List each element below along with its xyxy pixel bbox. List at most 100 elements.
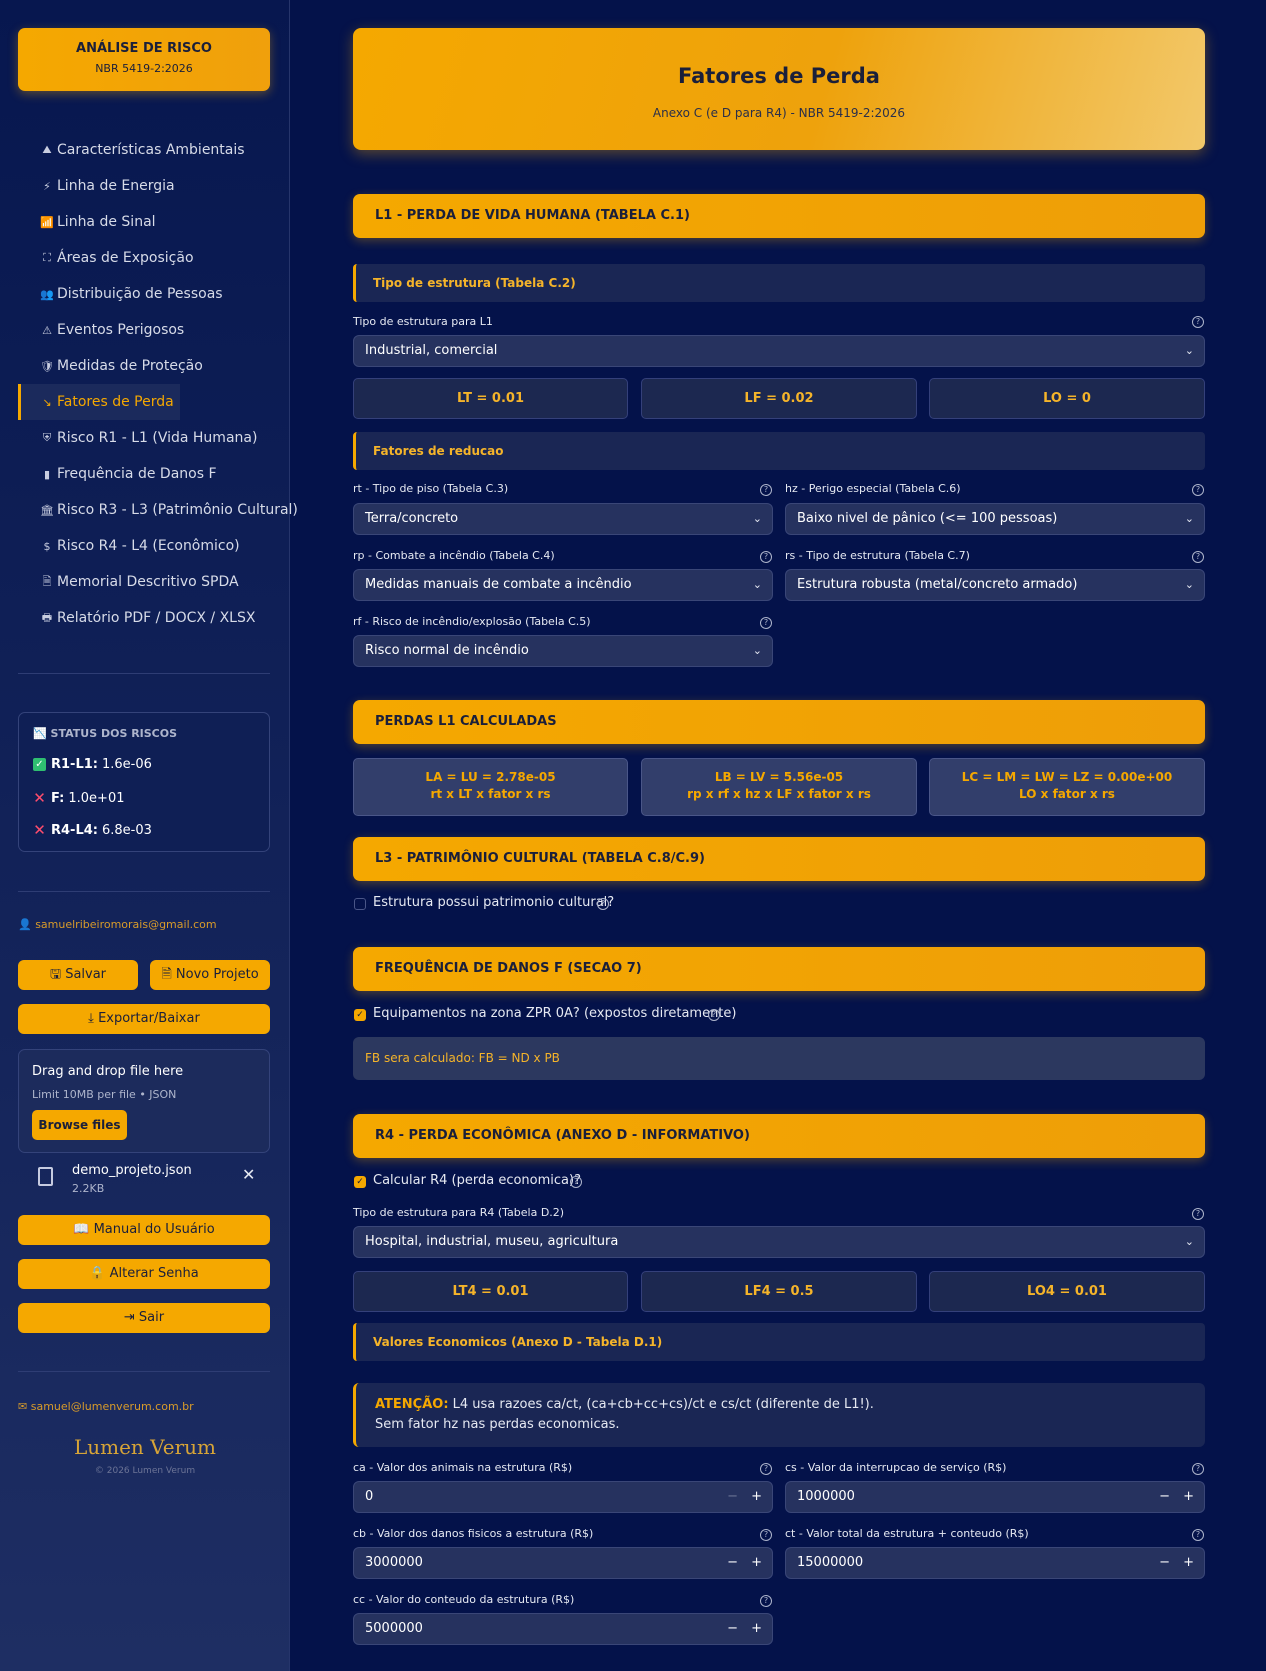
status-row-f: ✕ F: 1.0e+01 bbox=[33, 789, 125, 807]
user-icon: 👤 bbox=[18, 918, 32, 931]
sidebar-item-label: Áreas de Exposição bbox=[57, 250, 194, 266]
help-icon[interactable]: ? bbox=[760, 1595, 772, 1607]
sidebar-item[interactable]: $ Risco R4 - L4 (Econômico) bbox=[18, 528, 290, 564]
download-icon: ⤓ bbox=[88, 1011, 94, 1026]
hz-select[interactable]: Baixo nivel de pânico (<= 100 pessoas) ⌄ bbox=[785, 503, 1205, 535]
browse-files-button[interactable]: Browse files bbox=[32, 1110, 127, 1140]
ct-label: ct - Valor total da estrutura + conteudo… bbox=[785, 1527, 1029, 1540]
nav-icon: 🏛 bbox=[40, 503, 54, 517]
calc-r4-checkbox[interactable]: ✓ bbox=[354, 1176, 366, 1188]
structure-r4-select[interactable]: Hospital, industrial, museu, agricultura… bbox=[353, 1226, 1205, 1258]
help-icon[interactable]: ? bbox=[1192, 484, 1204, 496]
help-icon[interactable]: ? bbox=[760, 484, 772, 496]
sidebar-item-label: Frequência de Danos F bbox=[57, 466, 217, 482]
remove-file-icon[interactable]: ✕ bbox=[242, 1165, 255, 1184]
decrement-button[interactable]: − bbox=[1159, 1548, 1170, 1578]
help-icon[interactable]: ? bbox=[1192, 1208, 1204, 1220]
brand-header: ANÁLISE DE RISCO NBR 5419-2:2026 bbox=[18, 28, 270, 91]
cc-label: cc - Valor do conteudo da estrutura (R$) bbox=[353, 1593, 575, 1606]
sidebar-item[interactable]: 🖶 Relatório PDF / DOCX / XLSX bbox=[18, 600, 290, 636]
lt-metric: LT = 0.01 bbox=[353, 378, 628, 419]
file-dropzone[interactable]: Drag and drop file here Limit 10MB per f… bbox=[18, 1049, 270, 1153]
chevron-down-icon: ⌄ bbox=[752, 512, 762, 525]
help-icon[interactable]: ? bbox=[1192, 1529, 1204, 1541]
lo-metric: LO = 0 bbox=[929, 378, 1205, 419]
rt-select[interactable]: Terra/concreto ⌄ bbox=[353, 503, 773, 535]
cb-input[interactable]: 3000000 − + bbox=[353, 1547, 773, 1579]
help-icon[interactable]: ? bbox=[597, 898, 609, 910]
sidebar-item[interactable]: ↘ Fatores de Perda bbox=[18, 384, 180, 420]
increment-button[interactable]: + bbox=[751, 1614, 762, 1644]
sidebar-item[interactable]: 👥 Distribuição de Pessoas bbox=[18, 276, 290, 312]
help-icon[interactable]: ? bbox=[760, 1529, 772, 1541]
export-button[interactable]: ⤓ Exportar/Baixar bbox=[18, 1004, 270, 1034]
la-metric: LA = LU = 2.78e-05 rt x LT x fator x rs bbox=[353, 758, 628, 816]
chevron-down-icon: ⌄ bbox=[752, 644, 762, 657]
sidebar-item[interactable]: 📶 Linha de Sinal bbox=[18, 204, 290, 240]
user-manual-button[interactable]: 📖 Manual do Usuário bbox=[18, 1215, 270, 1245]
sidebar: ANÁLISE DE RISCO NBR 5419-2:2026 ⛰ Caract… bbox=[0, 0, 298, 1671]
sidebar-divider bbox=[18, 673, 270, 674]
sidebar-item-label: Risco R4 - L4 (Econômico) bbox=[57, 538, 240, 554]
structure-l1-select[interactable]: Industrial, comercial ⌄ bbox=[353, 335, 1205, 367]
contact-email: ✉ samuel@lumenverum.com.br bbox=[18, 1400, 194, 1413]
chevron-down-icon: ⌄ bbox=[752, 578, 762, 591]
sidebar-item[interactable]: 🛡 Medidas de Proteção bbox=[18, 348, 290, 384]
ca-input[interactable]: 0 − + bbox=[353, 1481, 773, 1513]
increment-button[interactable]: + bbox=[751, 1482, 762, 1512]
decrement-button[interactable]: − bbox=[1159, 1482, 1170, 1512]
attention-note: ATENÇÃO: L4 usa razoes ca/ct, (ca+cb+cc+… bbox=[353, 1383, 1205, 1447]
increment-button[interactable]: + bbox=[1183, 1482, 1194, 1512]
help-icon[interactable]: ? bbox=[760, 617, 772, 629]
sidebar-item[interactable]: ⛨ Risco R1 - L1 (Vida Humana) bbox=[18, 420, 290, 456]
rp-select[interactable]: Medidas manuais de combate a incêndio ⌄ bbox=[353, 569, 773, 601]
help-icon[interactable]: ? bbox=[1192, 551, 1204, 563]
save-button[interactable]: 🖫 Salvar bbox=[18, 960, 138, 990]
help-icon[interactable]: ? bbox=[570, 1176, 582, 1188]
cc-input[interactable]: 5000000 − + bbox=[353, 1613, 773, 1645]
zpr0a-checkbox[interactable]: ✓ bbox=[354, 1009, 366, 1021]
cultural-heritage-checkbox[interactable] bbox=[354, 898, 366, 910]
page-subtitle: Anexo C (e D para R4) - NBR 5419-2:2026 bbox=[652, 106, 906, 120]
sidebar-item[interactable]: ⛰ Características Ambientais bbox=[18, 132, 290, 168]
sidebar-item[interactable]: ▮ Frequência de Danos F bbox=[18, 456, 290, 492]
rp-label: rp - Combate a incêndio (Tabela C.4) bbox=[353, 549, 555, 562]
change-password-button[interactable]: 🔒 Alterar Senha bbox=[18, 1259, 270, 1289]
sidebar-item[interactable]: ⚠ Eventos Perigosos bbox=[18, 312, 290, 348]
increment-button[interactable]: + bbox=[751, 1548, 762, 1578]
new-project-button[interactable]: 🗎 Novo Projeto bbox=[150, 960, 270, 990]
sidebar-item-label: Relatório PDF / DOCX / XLSX bbox=[57, 610, 256, 626]
lb-metric: LB = LV = 5.56e-05 rp x rf x hz x LF x f… bbox=[641, 758, 917, 816]
help-icon[interactable]: ? bbox=[760, 1463, 772, 1475]
rs-select[interactable]: Estrutura robusta (metal/concreto armado… bbox=[785, 569, 1205, 601]
hz-label: hz - Perigo especial (Tabela C.6) bbox=[785, 482, 961, 495]
decrement-button[interactable]: − bbox=[727, 1548, 738, 1578]
help-icon[interactable]: ? bbox=[1192, 1463, 1204, 1475]
cs-input[interactable]: 1000000 − + bbox=[785, 1481, 1205, 1513]
sidebar-item-label: Linha de Sinal bbox=[57, 214, 156, 230]
chevron-down-icon: ⌄ bbox=[1184, 1235, 1194, 1248]
structure-type-subheader: Tipo de estrutura (Tabela C.2) bbox=[353, 264, 1205, 302]
section-frequency-header: FREQUÊNCIA DE DANOS F (SECAO 7) bbox=[353, 947, 1205, 991]
logout-button[interactable]: ⇥ Sair bbox=[18, 1303, 270, 1333]
help-icon[interactable]: ? bbox=[760, 551, 772, 563]
file-size: 2.2KB bbox=[72, 1182, 105, 1195]
sidebar-item[interactable]: ⛶ Áreas de Exposição bbox=[18, 240, 290, 276]
increment-button[interactable]: + bbox=[1183, 1548, 1194, 1578]
risk-status-title: 📉 STATUS DOS RISCOS bbox=[33, 727, 178, 740]
help-icon[interactable]: ? bbox=[1192, 316, 1204, 328]
cultural-heritage-label: Estrutura possui patrimonio cultural? bbox=[373, 895, 615, 910]
decrement-button[interactable]: − bbox=[727, 1614, 738, 1644]
chevron-down-icon: ⌄ bbox=[1184, 344, 1194, 357]
ct-input[interactable]: 15000000 − + bbox=[785, 1547, 1205, 1579]
help-icon[interactable]: ? bbox=[708, 1009, 720, 1021]
page-title: Fatores de Perda bbox=[678, 64, 880, 88]
rf-select[interactable]: Risco normal de incêndio ⌄ bbox=[353, 635, 773, 667]
decrement-button[interactable]: − bbox=[727, 1482, 738, 1512]
sidebar-item[interactable]: 🗎 Memorial Descritivo SPDA bbox=[18, 564, 290, 600]
nav-icon: ⚡ bbox=[43, 179, 51, 193]
check-icon: ✓ bbox=[33, 758, 46, 771]
mail-icon: ✉ bbox=[18, 1400, 28, 1413]
sidebar-item[interactable]: 🏛 Risco R3 - L3 (Patrimônio Cultural) bbox=[18, 492, 298, 528]
sidebar-item[interactable]: ⚡ Linha de Energia bbox=[18, 168, 290, 204]
